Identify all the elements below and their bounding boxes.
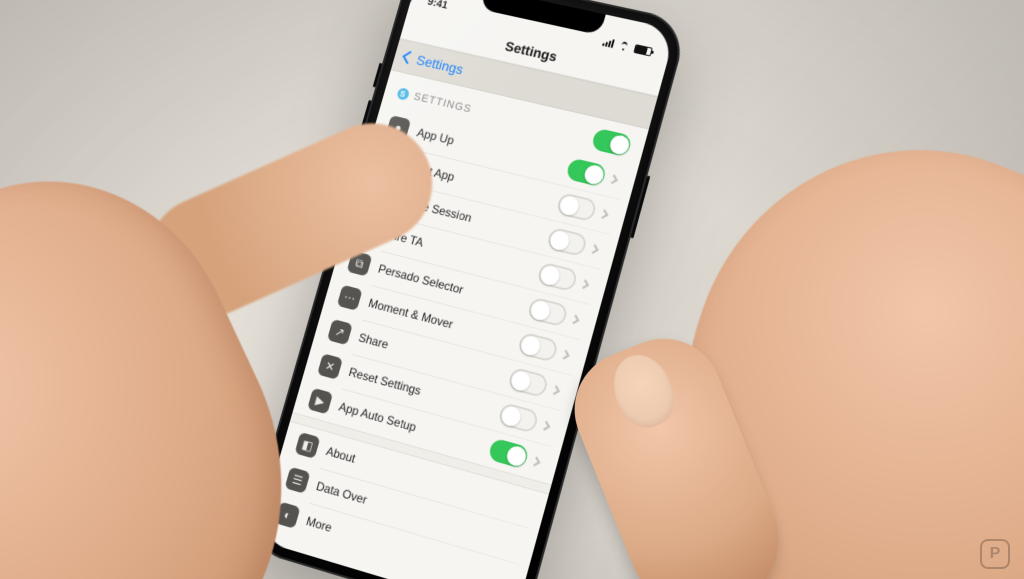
chevron-right-icon	[609, 174, 618, 184]
toggle-switch[interactable]	[556, 192, 598, 222]
battery-icon	[633, 44, 653, 56]
section-title: SETTINGS	[412, 91, 473, 116]
wifi-icon	[617, 40, 631, 52]
x-icon: ✕	[317, 353, 343, 380]
chevron-right-icon	[551, 385, 560, 395]
row-tail	[527, 297, 585, 332]
toggle-switch[interactable]	[536, 262, 578, 293]
row-tail	[517, 332, 575, 367]
row-tail	[556, 192, 614, 226]
toggle-switch[interactable]	[507, 367, 549, 398]
toggle-switch[interactable]	[497, 402, 539, 434]
toggle-switch[interactable]	[546, 227, 588, 257]
toggle-switch[interactable]	[517, 332, 559, 363]
nav-title: Settings	[504, 38, 559, 64]
chevron-right-icon	[599, 209, 608, 219]
browser-icon: ◧	[294, 432, 320, 459]
row-tail	[546, 227, 604, 261]
list-icon: ☰	[285, 467, 311, 494]
section-icon: S	[396, 87, 410, 101]
chevron-right-icon	[580, 279, 589, 289]
row-tail	[487, 438, 545, 474]
scene: 9:41 Settings Settings	[0, 0, 1024, 579]
watermark: P	[980, 539, 1010, 569]
row-tail	[565, 157, 623, 191]
chevron-right-icon	[531, 456, 540, 466]
arrow-icon: ↗	[327, 319, 353, 345]
chevron-right-icon	[570, 314, 579, 324]
toggle-switch[interactable]	[527, 297, 569, 328]
dots-icon: ⋯	[337, 285, 363, 311]
chevron-left-icon	[402, 51, 415, 64]
chevron-right-icon	[589, 244, 598, 254]
section-toggle[interactable]	[591, 128, 633, 158]
chevron-right-icon	[541, 420, 550, 430]
chevron-right-icon	[560, 349, 569, 359]
play-icon: ▶	[307, 388, 333, 415]
signal-icon	[602, 36, 615, 48]
status-time: 9:41	[426, 0, 449, 12]
row-tail	[536, 262, 594, 297]
toggle-switch[interactable]	[487, 438, 529, 470]
toggle-switch[interactable]	[565, 157, 607, 187]
back-label: Settings	[415, 52, 465, 77]
